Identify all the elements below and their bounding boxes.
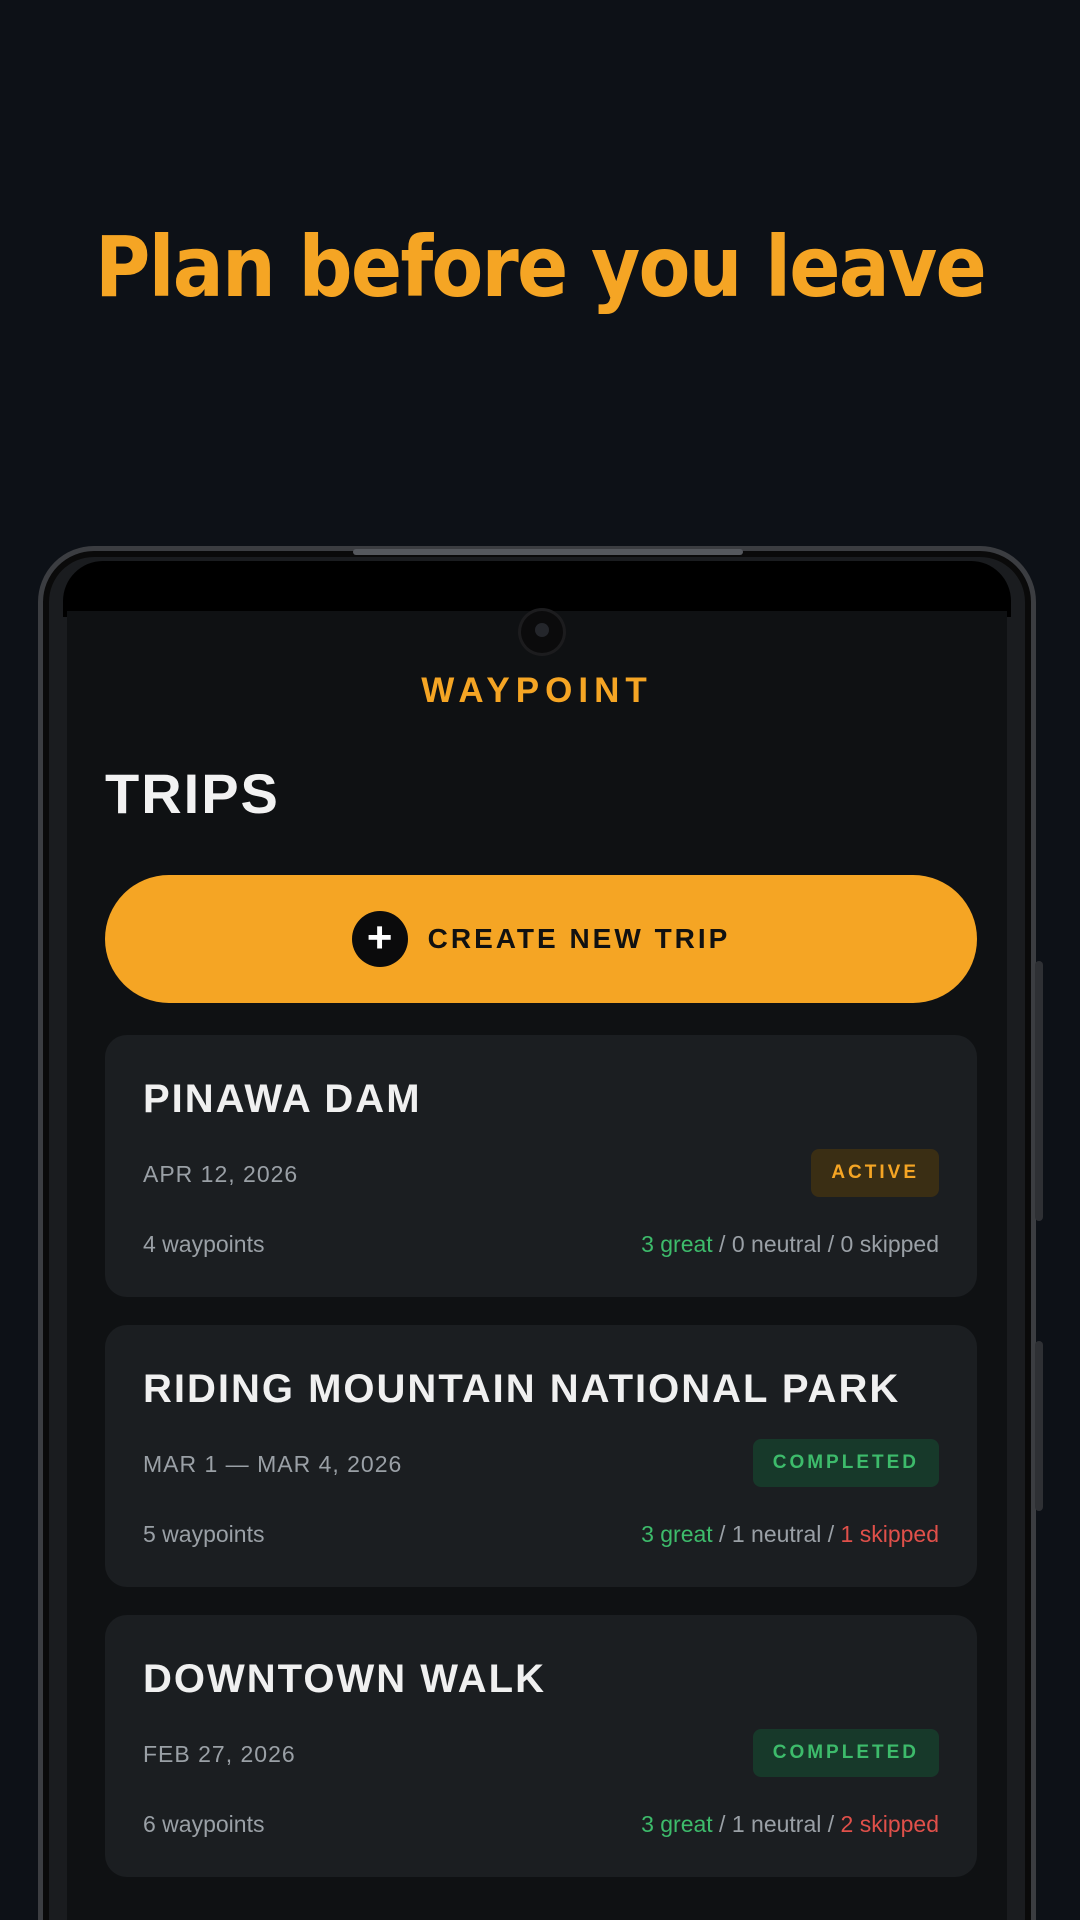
promo-page: Plan before you leave WAYPOINT TRIPS + C… [0, 0, 1080, 1920]
app-brand-title: WAYPOINT [421, 671, 653, 710]
promo-headline: Plan before you leave [95, 218, 987, 316]
page-title: TRIPS [105, 762, 280, 825]
neutral-count: 1 neutral [731, 1811, 822, 1837]
trip-date: APR 12, 2026 [143, 1161, 299, 1187]
skipped-count: 0 skipped [840, 1231, 939, 1257]
great-count: 3 great [641, 1231, 713, 1257]
trip-card-riding-mountain[interactable]: RIDING MOUNTAIN NATIONAL PARK MAR 1 — MA… [105, 1325, 977, 1587]
trip-name: PINAWA DAM [143, 1077, 422, 1121]
device-top-bezel [63, 561, 1011, 617]
trip-date: FEB 27, 2026 [143, 1741, 296, 1767]
great-count: 3 great [641, 1811, 713, 1837]
trip-rating-stats: 3 great / 1 neutral / 1 skipped [641, 1521, 939, 1547]
trip-waypoint-count: 4 waypoints [143, 1231, 265, 1257]
trip-card-downtown-walk[interactable]: DOWNTOWN WALK FEB 27, 2026 COMPLETED 6 w… [105, 1615, 977, 1877]
trip-name: RIDING MOUNTAIN NATIONAL PARK [143, 1367, 901, 1411]
status-badge: ACTIVE [811, 1149, 939, 1197]
device-volume-button [1035, 961, 1043, 1221]
skipped-count: 1 skipped [840, 1521, 939, 1547]
status-badge: COMPLETED [752, 1439, 939, 1487]
trip-date: MAR 1 — MAR 4, 2026 [143, 1451, 403, 1477]
trip-waypoint-count: 6 waypoints [143, 1811, 265, 1837]
great-count: 3 great [641, 1521, 713, 1547]
device-top-edge [353, 549, 743, 555]
neutral-count: 0 neutral [731, 1231, 822, 1257]
neutral-count: 1 neutral [731, 1521, 822, 1547]
trip-name: DOWNTOWN WALK [143, 1657, 546, 1701]
status-badge: COMPLETED [752, 1729, 939, 1777]
trip-waypoint-count: 5 waypoints [143, 1521, 265, 1547]
skipped-count: 2 skipped [840, 1811, 939, 1837]
create-new-trip-button[interactable]: + CREATE NEW TRIP [105, 875, 977, 1003]
create-new-trip-label: CREATE NEW TRIP [427, 923, 731, 954]
tablet-device-frame: WAYPOINT TRIPS + CREATE NEW TRIP PINAWA … [38, 546, 1043, 1920]
app-screen: WAYPOINT TRIPS + CREATE NEW TRIP PINAWA … [67, 611, 1007, 1920]
trip-card-pinawa-dam[interactable]: PINAWA DAM APR 12, 2026 ACTIVE 4 waypoin… [105, 1035, 977, 1297]
trip-rating-stats: 3 great / 0 neutral / 0 skipped [641, 1231, 939, 1257]
plus-icon: + [351, 911, 408, 967]
trip-rating-stats: 3 great / 1 neutral / 2 skipped [641, 1811, 939, 1837]
front-camera-icon [521, 611, 563, 653]
device-power-button [1035, 1341, 1043, 1511]
